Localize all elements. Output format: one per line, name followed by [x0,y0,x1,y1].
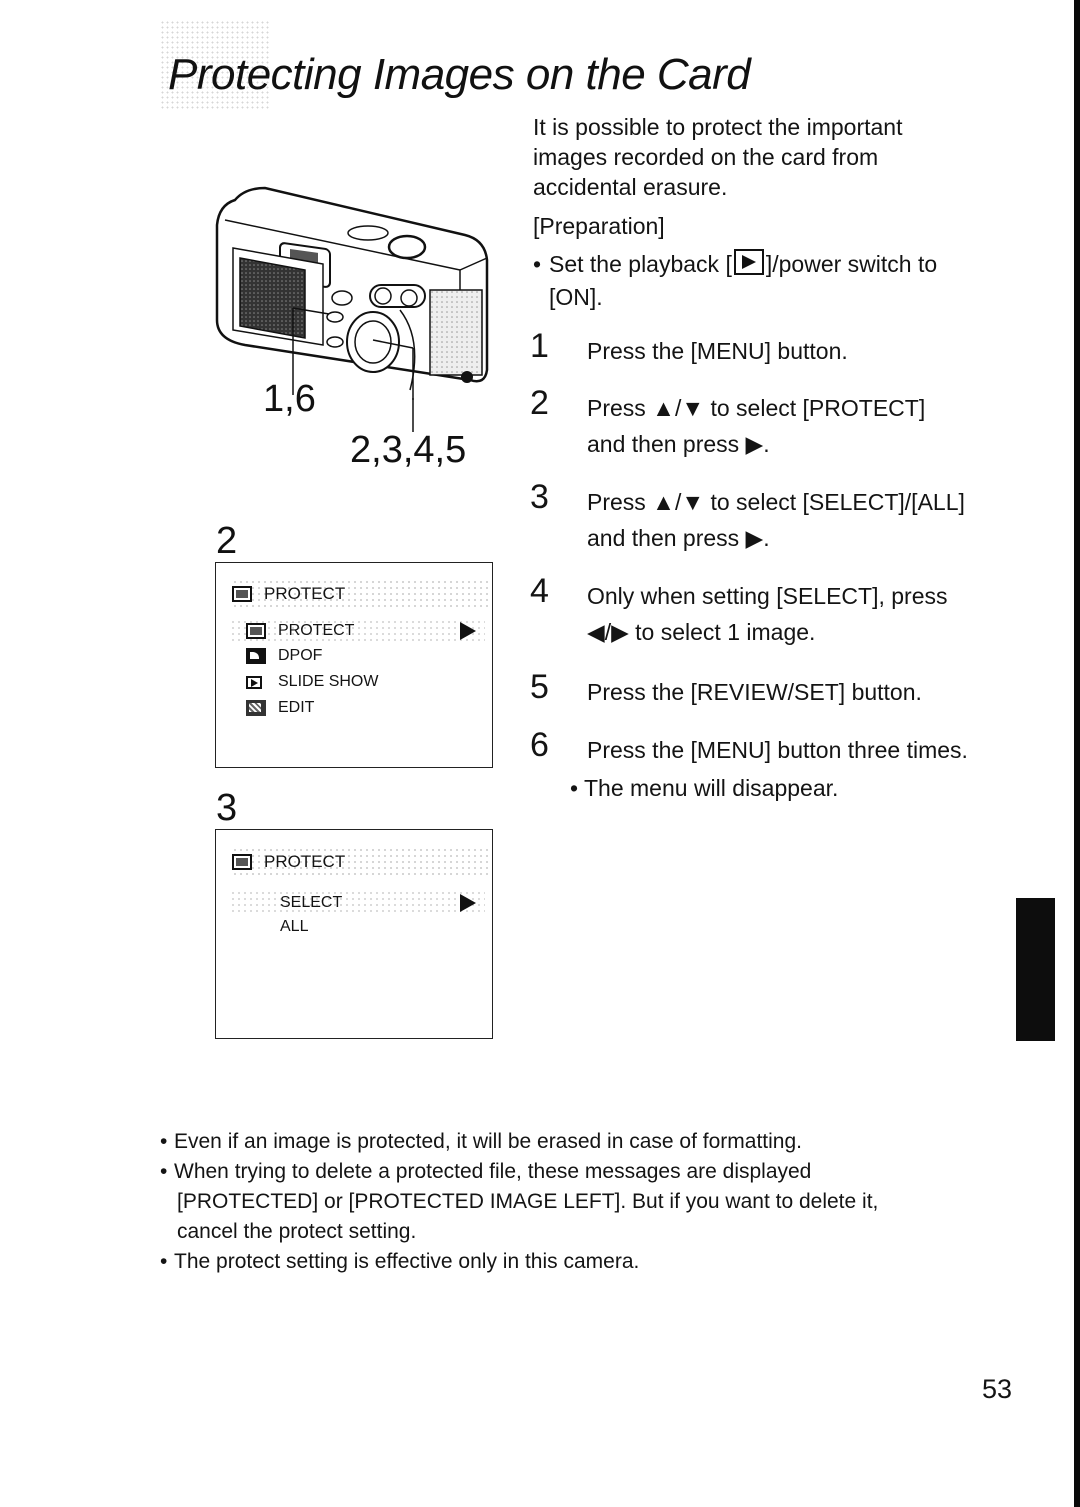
page-edge-border [1074,0,1080,1507]
menu-item-label: ALL [280,918,309,935]
protect-key-icon [246,623,266,639]
menu-header-title: PROTECT [264,584,346,603]
menu-item-slide-show[interactable]: SLIDE SHOW [246,673,378,691]
callout-arrow-buttons: 2,3,4,5 [350,429,467,471]
note-item: • When trying to delete a protected file,… [160,1157,960,1187]
step-text: Press ▲/▼ to select [PROTECT] and then p… [587,395,926,457]
menu-header: PROTECT [232,579,490,609]
step-number: 4 [530,572,549,610]
step-text: Press the [MENU] button three times. [587,737,968,763]
menu-header-title: PROTECT [264,852,346,871]
preparation-label: [Preparation] [533,213,665,239]
page-number: 53 [982,1374,1013,1404]
slide-show-icon [246,675,262,689]
menu-item-label: EDIT [278,699,315,716]
step-text: Press the [REVIEW/SET] button. [587,679,922,705]
menu-item-protect[interactable]: PROTECT [230,619,485,643]
step-number: 5 [530,668,549,706]
step-number: 1 [530,327,549,365]
bullet-icon: • [160,1130,168,1153]
submenu-arrow-icon [460,622,476,640]
page-title: Protecting Images on the Card [168,50,751,99]
menu-item-select[interactable]: SELECT [230,890,485,916]
dpof-icon [246,648,266,664]
step-number: 3 [530,478,549,516]
callout-menu-button: 1,6 [263,378,316,420]
bullet-icon: • [160,1250,168,1273]
bullet-icon: • [160,1160,168,1183]
menu-item-edit[interactable]: EDIT [246,699,314,717]
menu-item-dpof[interactable]: DPOF [246,647,322,665]
edit-icon [246,700,266,716]
intro-paragraph: It is possible to protect the important … [533,114,903,200]
screen3-label: 3 [216,787,238,829]
step-number: 6 [530,726,549,764]
protect-key-icon [232,854,252,870]
step-text: Only when setting [SELECT], press ◀/▶ to… [587,583,948,645]
menu-item-label: SELECT [280,894,343,911]
section-tab-marker [1016,898,1055,1041]
menu-item-label: DPOF [278,647,323,664]
menu-item-label: PROTECT [278,622,355,639]
bullet-icon: • [533,251,542,277]
menu-screen-2: PROTECT PROTECT DPOF SLIDE SHOW EDIT [215,562,493,768]
screen2-label: 2 [216,520,238,562]
menu-header: PROTECT [232,847,490,877]
submenu-arrow-icon [460,894,476,912]
step-text: Press the [MENU] button. [587,338,848,364]
menu-screen-3: PROTECT SELECT ALL [215,829,493,1039]
preparation-bullet: • Set the playback []/power switch to [ON… [533,248,973,314]
camera-illustration [215,186,489,400]
protect-key-icon [232,586,252,602]
note-item-continuation: cancel the protect setting. [177,1220,417,1243]
step-number: 2 [530,384,549,422]
note-item: • The protect setting is effective only i… [160,1247,960,1277]
note-item: • Even if an image is protected, it will … [160,1127,960,1157]
menu-item-label: SLIDE SHOW [278,673,379,690]
note-item-continuation: [PROTECTED] or [PROTECTED IMAGE LEFT]. B… [177,1190,879,1213]
menu-item-all[interactable]: ALL [280,918,308,936]
bullet-icon: • [570,775,579,801]
notes-list: • Even if an image is protected, it will … [160,1127,960,1277]
step-text: Press ▲/▼ to select [SELECT]/[ALL] and t… [587,489,965,551]
playback-icon [733,249,764,275]
step-6-note: • The menu will disappear. [570,775,839,801]
